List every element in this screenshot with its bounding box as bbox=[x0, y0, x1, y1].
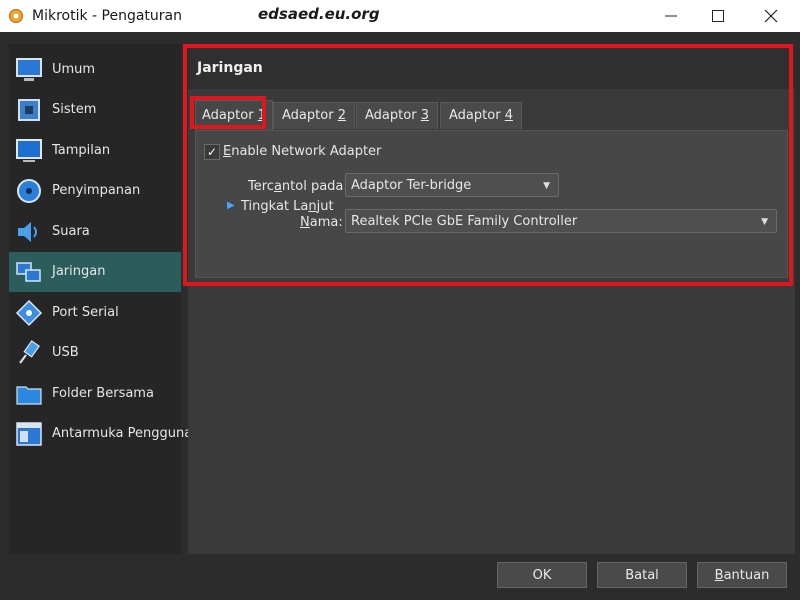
highlight-frame-panel bbox=[183, 44, 793, 286]
sidebar-item-folder-bersama[interactable]: Folder Bersama bbox=[9, 374, 181, 414]
window-title: Mikrotik - Pengaturan bbox=[32, 8, 182, 24]
settings-sidebar: Umum Sistem Tampilan Penyimpanan Suara J… bbox=[9, 44, 192, 554]
sidebar-item-label: Jaringan bbox=[52, 264, 106, 279]
network-icon bbox=[16, 262, 41, 282]
minimize-button[interactable] bbox=[648, 0, 694, 32]
highlight-frame-tab bbox=[190, 96, 266, 129]
sidebar-item-suara[interactable]: Suara bbox=[9, 212, 181, 252]
sidebar-item-label: Tampilan bbox=[52, 143, 111, 158]
sidebar-item-tampilan[interactable]: Tampilan bbox=[9, 131, 181, 171]
display-icon bbox=[16, 139, 42, 162]
maximize-icon bbox=[712, 10, 724, 22]
sidebar-item-jaringan[interactable]: Jaringan bbox=[9, 252, 181, 292]
close-icon bbox=[764, 9, 778, 23]
minimize-icon bbox=[665, 15, 677, 17]
sidebar-item-label: Folder Bersama bbox=[52, 386, 154, 401]
chip-icon bbox=[18, 99, 40, 121]
help-button[interactable]: Bantuan bbox=[697, 562, 787, 588]
sidebar-item-label: Port Serial bbox=[52, 305, 119, 320]
sidebar-item-label: Penyimpanan bbox=[52, 183, 141, 198]
sidebar-item-usb[interactable]: USB bbox=[9, 333, 181, 373]
title-bar: Mikrotik - Pengaturan edsaed.eu.org bbox=[0, 0, 800, 32]
window-icon bbox=[16, 422, 42, 446]
disk-icon bbox=[17, 179, 41, 203]
virtualbox-gear-icon bbox=[9, 9, 23, 23]
sidebar-item-umum[interactable]: Umum bbox=[9, 50, 181, 90]
serial-port-icon bbox=[15, 299, 43, 327]
sidebar-item-antarmuka-pengguna[interactable]: Antarmuka Pengguna bbox=[9, 414, 192, 454]
usb-icon bbox=[19, 340, 40, 364]
watermark-text: edsaed.eu.org bbox=[258, 5, 380, 23]
monitor-icon bbox=[16, 58, 42, 81]
sidebar-item-sistem[interactable]: Sistem bbox=[9, 90, 181, 130]
sidebar-item-label: Antarmuka Pengguna bbox=[52, 426, 193, 441]
folder-icon bbox=[16, 386, 42, 405]
speaker-icon bbox=[18, 222, 37, 242]
maximize-button[interactable] bbox=[695, 0, 741, 32]
sidebar-item-label: Sistem bbox=[52, 102, 97, 117]
sidebar-item-label: USB bbox=[52, 345, 79, 360]
ok-button[interactable]: OK bbox=[497, 562, 587, 588]
sidebar-item-port-serial[interactable]: Port Serial bbox=[9, 293, 181, 333]
close-button[interactable] bbox=[748, 0, 794, 32]
sidebar-item-penyimpanan[interactable]: Penyimpanan bbox=[9, 171, 181, 211]
cancel-button[interactable]: Batal bbox=[597, 562, 687, 588]
sidebar-item-label: Suara bbox=[52, 224, 90, 239]
sidebar-item-label: Umum bbox=[52, 62, 96, 77]
